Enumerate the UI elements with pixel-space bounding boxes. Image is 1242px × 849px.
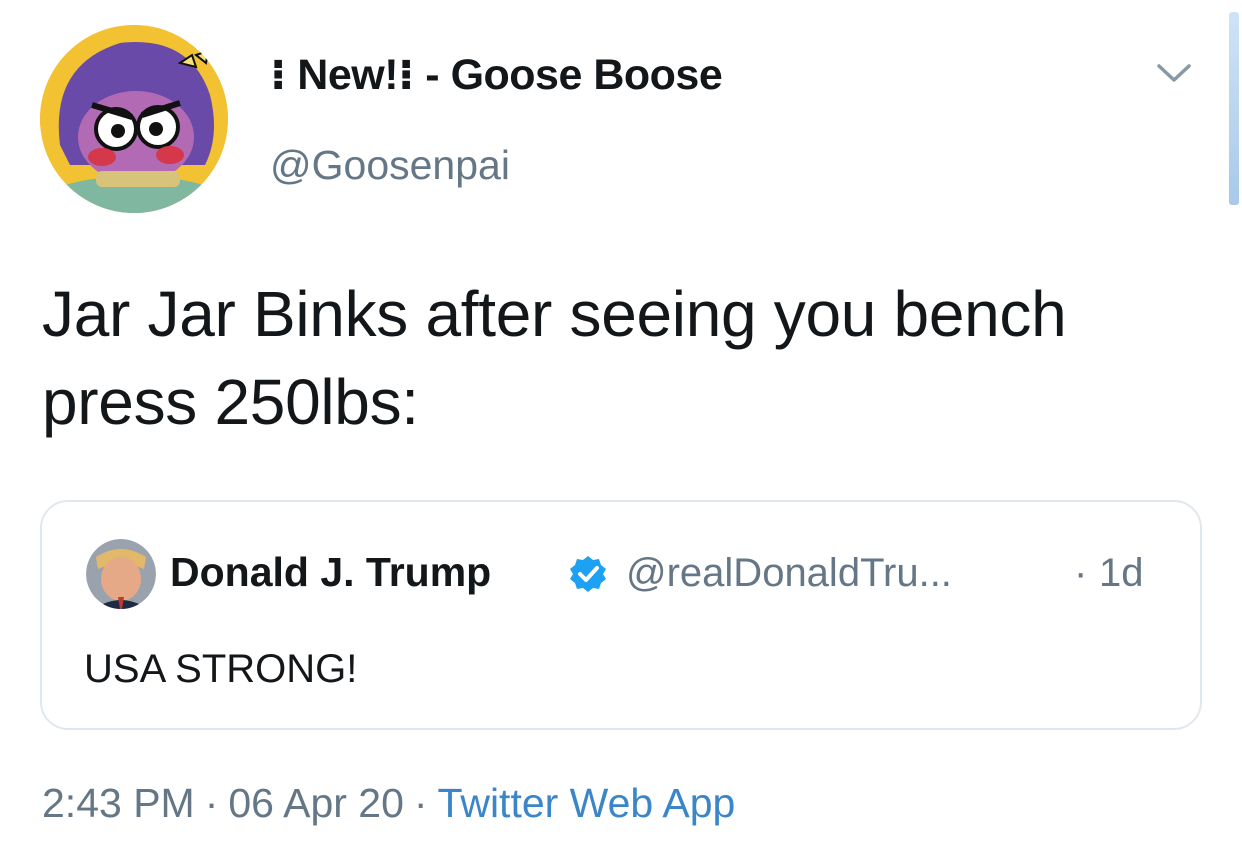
meta-separator: · [413,780,428,826]
verified-badge-icon [568,554,608,594]
quoted-time-separator: · [1074,551,1088,595]
author-display-name[interactable]: ⁝ New!⁝ - Goose Boose [270,50,723,100]
tweet-text: Jar Jar Binks after seeing you bench pre… [42,278,1067,438]
tweet-screenshot: ⁝ New!⁝ - Goose Boose @Goosenpai Jar Jar… [0,0,1242,849]
quoted-tweet-time[interactable]: 1d [1099,551,1144,596]
quoted-author-handle[interactable]: @realDonaldTru... [626,551,952,596]
chevron-down-icon[interactable] [1153,56,1195,90]
scrollbar[interactable] [1229,12,1239,205]
quoted-author-avatar[interactable] [86,539,156,609]
tweet-meta: 2:43 PM · 06 Apr 20 · Twitter Web App [42,780,735,827]
tweet-date[interactable]: 06 Apr 20 [228,780,404,826]
quoted-tweet-card[interactable]: Donald J. Trump @realDonaldTru... · 1d U… [40,500,1202,730]
quoted-author-display-name[interactable]: Donald J. Trump [170,549,491,596]
tweet-time[interactable]: 2:43 PM [42,780,195,826]
tweet-source-link[interactable]: Twitter Web App [438,780,736,826]
meta-separator: · [204,780,219,826]
quoted-tweet-text: USA STRONG! [84,647,358,691]
author-avatar[interactable] [40,25,228,213]
author-handle[interactable]: @Goosenpai [270,142,510,189]
